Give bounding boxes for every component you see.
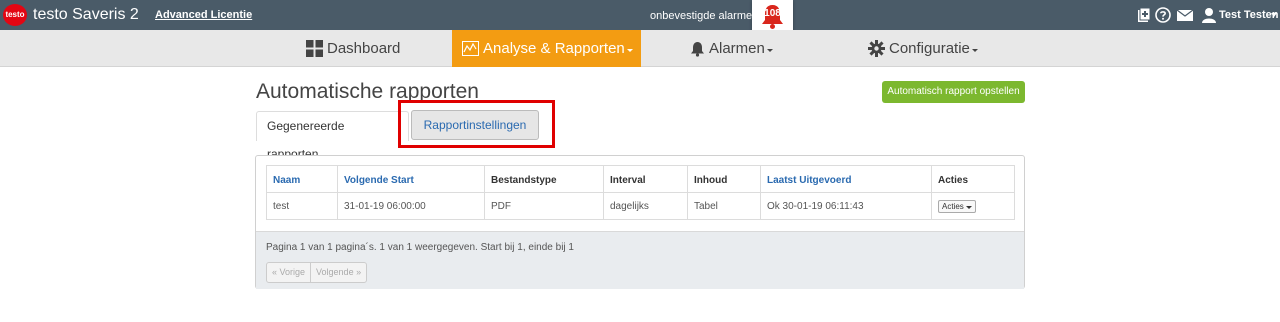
create-automatic-report-button[interactable]: Automatisch rapport opstellen — [882, 81, 1025, 103]
bell-icon — [691, 41, 704, 57]
pager: « Vorige Volgende » — [266, 262, 368, 283]
cell-naam: test — [266, 192, 338, 220]
acties-dropdown-button[interactable]: Acties — [938, 199, 976, 213]
column-header-acties: Acties — [931, 165, 1015, 193]
cell-acties: Acties — [931, 192, 1015, 220]
reports-panel: Naam Volgende Start Bestandstype Interva… — [255, 155, 1025, 289]
column-header-volgende-start[interactable]: Volgende Start — [337, 165, 485, 193]
cell-volgende-start: 31-01-19 06:00:00 — [337, 192, 485, 220]
nav-analyse-rapporten-label: Analyse & Rapporten — [483, 40, 625, 57]
gear-icon — [868, 40, 885, 57]
main-nav: Dashboard Analyse & Rapporten Alarmen Co… — [0, 30, 1280, 67]
nav-configuratie-label: Configuratie — [889, 40, 970, 57]
nav-configuratie[interactable]: Configuratie — [868, 30, 978, 67]
unacknowledged-alarms-label: onbevestigde alarmen — [650, 10, 759, 22]
chevron-down-icon — [626, 48, 633, 52]
help-icon[interactable] — [1155, 7, 1171, 23]
tab-generated-reports[interactable]: Gegenereerde rapporten — [256, 111, 409, 161]
highlight-annotation — [398, 100, 555, 148]
license-link[interactable]: Advanced Licentie — [155, 9, 252, 21]
next-page-button[interactable]: Volgende » — [311, 263, 366, 282]
nav-alarmen[interactable]: Alarmen — [690, 30, 773, 67]
mail-icon[interactable] — [1176, 7, 1194, 23]
report-settings-table: Naam Volgende Start Bestandstype Interva… — [266, 165, 1015, 220]
cell-inhoud: Tabel — [687, 192, 761, 220]
app-title: testo Saveris 2 — [33, 6, 139, 23]
column-header-bestandstype: Bestandstype — [484, 165, 604, 193]
column-header-interval: Interval — [603, 165, 688, 193]
table-row: test 31-01-19 06:00:00 PDF dagelijks Tab… — [266, 192, 1015, 220]
panel-footer: Pagina 1 van 1 pagina´s. 1 van 1 weergeg… — [256, 231, 1024, 289]
nav-dashboard[interactable]: Dashboard — [306, 30, 400, 67]
alarm-bell-button[interactable]: 108 — [752, 0, 793, 34]
cell-laatst-uitgevoerd: Ok 30-01-19 06:11:43 — [760, 192, 932, 220]
nav-analyse-rapporten[interactable]: Analyse & Rapporten — [452, 30, 641, 67]
nav-alarmen-label: Alarmen — [709, 40, 765, 57]
chevron-down-icon — [766, 48, 773, 52]
add-document-icon[interactable] — [1136, 7, 1152, 23]
dashboard-icon — [306, 40, 323, 57]
user-menu[interactable]: Test Testen — [1219, 9, 1279, 21]
user-icon[interactable] — [1201, 7, 1217, 23]
column-header-laatst-uitgevoerd[interactable]: Laatst Uitgevoerd — [760, 165, 932, 193]
table-header-row: Naam Volgende Start Bestandstype Interva… — [266, 165, 1015, 193]
cell-interval: dagelijks — [603, 192, 688, 220]
testo-logo[interactable]: testo — [3, 4, 27, 26]
column-header-naam[interactable]: Naam — [266, 165, 338, 193]
acties-label: Acties — [942, 201, 964, 211]
previous-page-button[interactable]: « Vorige — [267, 263, 312, 282]
cell-bestandstype: PDF — [484, 192, 604, 220]
user-menu-caret-icon — [1271, 13, 1277, 17]
top-bar: testo testo Saveris 2 Advanced Licentie … — [0, 0, 1280, 34]
paging-info: Pagina 1 van 1 pagina´s. 1 van 1 weergeg… — [266, 242, 574, 253]
alarm-count-badge: 108 — [764, 8, 781, 19]
column-header-inhoud: Inhoud — [687, 165, 761, 193]
chart-icon — [462, 41, 479, 56]
chevron-down-icon — [971, 48, 978, 52]
nav-dashboard-label: Dashboard — [327, 40, 401, 57]
chevron-down-icon — [965, 205, 972, 209]
